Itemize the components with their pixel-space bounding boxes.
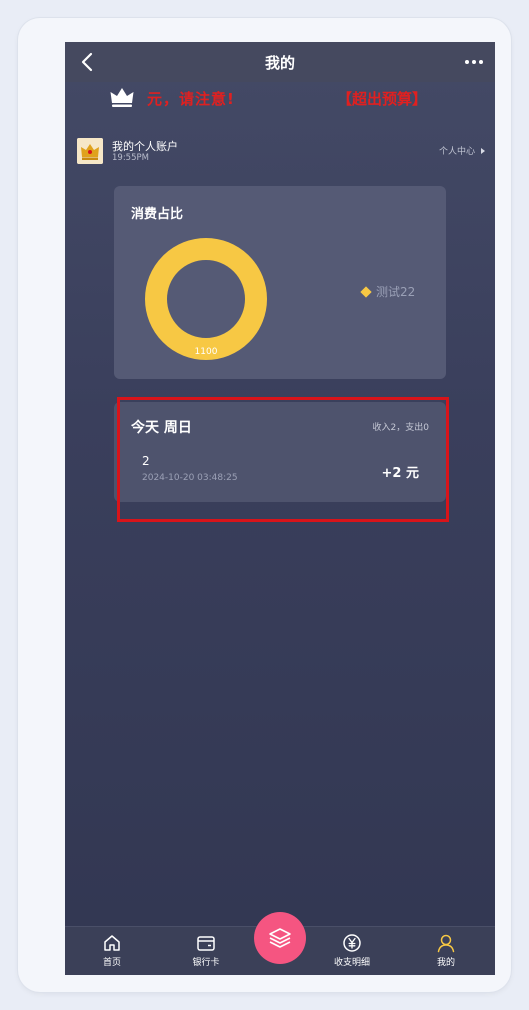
legend-label: 测试22: [376, 285, 416, 299]
wallet-icon: [197, 936, 215, 951]
personal-center-label: 个人中心: [438, 147, 475, 157]
over-budget-tag: 【超出预算】: [337, 90, 428, 108]
personal-center-link[interactable]: 个人中心: [439, 144, 485, 157]
notice-text: 元，请注意!: [147, 90, 235, 108]
home-icon: [104, 935, 120, 951]
avatar: [77, 138, 103, 164]
expense-share-card: 消费占比 1100 测试22: [114, 186, 446, 379]
legend-marker: [360, 285, 372, 298]
tab-mine[interactable]: 我的: [411, 927, 481, 975]
tab-mine-label: 我的: [436, 958, 455, 968]
slice-data-label: 1100: [195, 347, 218, 357]
chart-title: 消费占比: [131, 207, 184, 222]
add-record-button[interactable]: [254, 912, 306, 964]
donut-slice[interactable]: [145, 238, 267, 360]
today-summary: 收入2，支出0: [372, 423, 429, 433]
crown-icon: [110, 88, 134, 107]
tab-income-expense[interactable]: 收支明细: [317, 927, 387, 975]
budget-notice: 元，请注意! 【超出预算】: [65, 82, 495, 112]
today-card: 今天 周日 收入2，支出0 2 2024-10-20 03:48:25 +2 元: [114, 402, 446, 502]
tab-home-label: 首页: [102, 958, 121, 968]
account-row[interactable]: 我的个人账户 19:55PM 个人中心: [65, 134, 495, 174]
record-time: 2024-10-20 03:48:25: [142, 473, 238, 483]
account-time: 19:55PM: [112, 153, 149, 163]
account-name: 我的个人账户: [112, 140, 178, 153]
record-name: 2: [142, 454, 150, 468]
layers-icon: [269, 928, 291, 948]
caret-right-icon: [481, 147, 485, 154]
today-title: 今天 周日: [131, 420, 192, 436]
nav-bar: 我的: [65, 42, 495, 82]
record-amount: +2 元: [381, 466, 419, 481]
donut-chart: 1100: [145, 238, 267, 360]
tab-income-expense-label: 收支明细: [333, 958, 370, 968]
user-icon: [437, 934, 455, 953]
tab-bank-card-label: 银行卡: [192, 958, 220, 968]
more-dots-icon: [465, 60, 483, 64]
chevron-left-icon: [81, 52, 93, 72]
tab-home[interactable]: 首页: [77, 927, 147, 975]
back-button[interactable]: [77, 50, 99, 74]
page-title: 我的: [264, 53, 295, 72]
device-frame: 我的 元，请注意! 【超出预算】 我的个人账户 19:55PM 个人中心 消费占…: [18, 18, 511, 992]
chart-legend[interactable]: 测试22: [360, 283, 416, 300]
app-screen: 我的 元，请注意! 【超出预算】 我的个人账户 19:55PM 个人中心 消费占…: [65, 42, 495, 975]
more-button[interactable]: [463, 52, 485, 72]
avatar-crown-icon: [77, 138, 103, 164]
tab-bank-card[interactable]: 银行卡: [171, 927, 241, 975]
yen-icon: [343, 934, 361, 952]
